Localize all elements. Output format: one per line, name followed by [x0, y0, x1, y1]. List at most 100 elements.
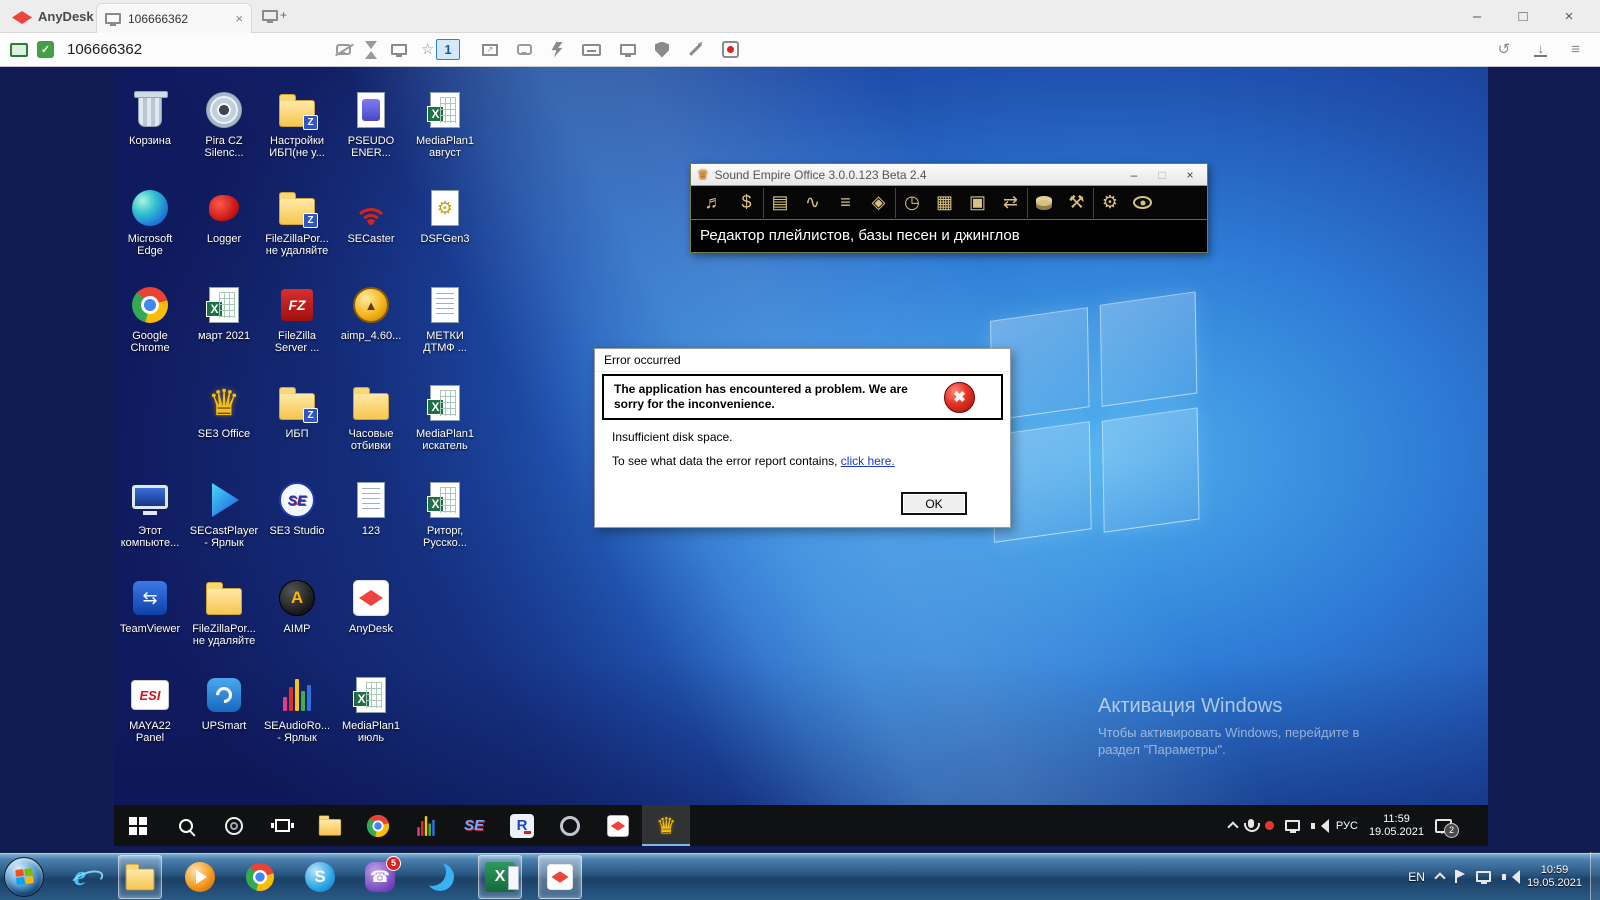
desktop-icon-123[interactable]: 123 — [335, 478, 407, 572]
desktop-icon-etot-kompyuter[interactable]: Этот компьюте... — [114, 478, 186, 572]
language-indicator[interactable]: РУС — [1336, 820, 1358, 832]
remote-taskbar-anydesk[interactable] — [594, 805, 642, 846]
tab-close-icon[interactable]: × — [235, 11, 243, 26]
host-taskbar-skype[interactable]: S — [298, 855, 342, 899]
recording-indicator-icon[interactable] — [1265, 821, 1274, 830]
desktop-icon-microsoft-edge[interactable]: Microsoft Edge — [114, 186, 186, 280]
database-icon[interactable] — [1027, 188, 1060, 218]
desktop-icon-google-chrome[interactable]: Google Chrome — [114, 283, 186, 377]
desktop-icon-upsmart[interactable]: UPSmart — [188, 673, 260, 767]
ok-button[interactable]: OK — [901, 492, 967, 515]
desktop-icon-chasovye-otbivki[interactable]: Часовые отбивки — [335, 381, 407, 475]
desktop-icon-mediaplan1-iyul[interactable]: XMediaPlan1 июль — [335, 673, 407, 767]
settings-gear-icon[interactable]: ⚙ — [1093, 188, 1126, 218]
record-session-icon[interactable] — [722, 41, 739, 58]
volume-icon[interactable] — [1502, 870, 1516, 883]
session-tab[interactable]: 106666362 × — [96, 3, 252, 33]
desktop-icon-anydesk-shortcut[interactable]: AnyDesk — [335, 576, 407, 670]
remote-taskbar-file-explorer[interactable] — [306, 805, 354, 846]
remote-taskbar-r-app[interactable]: R — [498, 805, 546, 846]
desktop-icon-logger[interactable]: Logger — [188, 186, 260, 280]
window-minimize-button[interactable]: – — [1454, 0, 1500, 33]
error-dialog-title[interactable]: Error occurred — [595, 349, 1010, 372]
desktop-icon-aimp[interactable]: AAIMP — [261, 576, 333, 670]
desktop-icon-secaster[interactable]: SECaster — [335, 186, 407, 280]
microphone-icon[interactable] — [1248, 819, 1254, 828]
monitor-1-badge[interactable]: 1 — [436, 39, 460, 60]
desktop-icon-metki-dtmf[interactable]: МЕТКИ ДТМФ ... — [409, 283, 481, 377]
connection-ok-icon[interactable]: ✓ — [37, 41, 54, 58]
desktop-icon-filezillapor-2[interactable]: FileZillaPor... не удаляйте — [188, 576, 260, 670]
desktop-icon-ritorg-russko[interactable]: XРиторг, Русско... — [409, 478, 481, 572]
language-indicator[interactable]: EN — [1408, 870, 1425, 884]
desktop-icon-secastplayer-yarlyk[interactable]: SECastPlayer - Ярлык — [188, 478, 260, 572]
desktop-icon-seaudioro-yarlyk[interactable]: SEAudioRo... - Ярлык — [261, 673, 333, 767]
desktop-icon-teamviewer[interactable]: ⇆TeamViewer — [114, 576, 186, 670]
host-taskbar-file-explorer[interactable] — [118, 855, 162, 899]
display-tray-icon[interactable] — [1285, 820, 1300, 831]
sound-empire-titlebar[interactable]: ♛ Sound Empire Office 3.0.0.123 Beta 2.4… — [691, 164, 1207, 186]
chat-icon[interactable] — [517, 44, 532, 55]
whiteboard-pen-icon[interactable] — [689, 43, 702, 56]
permissions-shield-icon[interactable] — [655, 42, 669, 58]
host-taskbar-internet-explorer[interactable]: e — [58, 855, 102, 899]
hourglass-icon[interactable] — [365, 41, 377, 59]
volume-icon[interactable] — [1311, 819, 1325, 832]
tray-expand-icon[interactable] — [1227, 821, 1238, 832]
chat-disabled-icon[interactable] — [336, 44, 351, 55]
cards-icon[interactable]: ▣ — [961, 188, 994, 218]
remote-taskbar-ring-app[interactable] — [546, 805, 594, 846]
desktop-icon-pira-cz-silence[interactable]: Pira CZ Silenc... — [188, 88, 260, 182]
remote-taskbar-search-button[interactable] — [162, 805, 210, 846]
display-settings-icon[interactable] — [620, 44, 636, 55]
waveform-icon[interactable]: ∿ — [796, 188, 829, 218]
tools-icon[interactable]: ⚒ — [1060, 188, 1093, 218]
grid-icon[interactable]: ▦ — [928, 188, 961, 218]
window-maximize-button[interactable]: □ — [1500, 0, 1546, 33]
host-taskbar-anydesk[interactable] — [538, 855, 582, 899]
window-close-button[interactable]: × — [1546, 0, 1592, 33]
transfer-icon[interactable]: ⇄ — [994, 188, 1027, 218]
desktop-icon-filezilla-server[interactable]: FZFileZilla Server ... — [261, 283, 333, 377]
keyboard-icon[interactable] — [582, 44, 601, 56]
host-taskbar-media-player[interactable] — [178, 855, 222, 899]
new-session-button[interactable]: + — [262, 8, 287, 22]
session-monitor-icon[interactable] — [10, 43, 28, 57]
host-taskbar-excel[interactable]: X — [478, 855, 522, 899]
desktop-icon-filezillapor-ne-udalyayte[interactable]: ZFileZillaPor... не удаляйте — [261, 186, 333, 280]
actions-icon[interactable] — [551, 42, 563, 58]
document-icon[interactable]: ▤ — [763, 188, 796, 218]
remote-taskbar-task-view-button[interactable] — [258, 805, 306, 846]
clock[interactable]: 11:59 19.05.2021 — [1369, 813, 1424, 839]
desktop-icon-dsfgen3[interactable]: ⚙DSFGen3 — [409, 186, 481, 280]
minimize-button[interactable]: – — [1123, 168, 1145, 182]
show-desktop-button[interactable] — [1590, 852, 1600, 900]
desktop-icon-mediaplan1-iskatel[interactable]: XMediaPlan1 искатель — [409, 381, 481, 475]
remote-taskbar-se-app[interactable]: SE — [450, 805, 498, 846]
click-here-link[interactable]: click here. — [841, 454, 895, 468]
favorite-star-icon[interactable]: ☆ — [421, 42, 434, 57]
desktop-icon-nastroyki-ibp[interactable]: ZНастройки ИБП(не у... — [261, 88, 333, 182]
desktop-icon-mediaplan1-avgust[interactable]: XMediaPlan1 август — [409, 88, 481, 182]
desktop-icon-aimp-4-60[interactable]: ▲aimp_4.60... — [335, 283, 407, 377]
billing-icon[interactable]: $ — [730, 188, 763, 218]
scheduler-clock-icon[interactable]: ◷ — [895, 188, 928, 218]
eye-icon[interactable] — [1126, 188, 1159, 218]
tray-expand-icon[interactable] — [1434, 872, 1445, 883]
host-taskbar-swoosh-app[interactable] — [418, 855, 462, 899]
desktop-icon-mart-2021[interactable]: Xмарт 2021 — [188, 283, 260, 377]
marker-icon[interactable]: ◈ — [862, 188, 895, 218]
action-center-icon[interactable]: 2 — [1435, 819, 1452, 833]
maximize-button[interactable]: □ — [1151, 168, 1173, 182]
monitor-icon[interactable] — [391, 44, 407, 55]
music-note-icon[interactable]: ♬ — [697, 188, 730, 218]
host-taskbar-chrome[interactable] — [238, 855, 282, 899]
history-icon[interactable]: ↺ — [1498, 42, 1511, 57]
desktop-icon-se3-office[interactable]: ♛SE3 Office — [188, 381, 260, 475]
remote-taskbar-audio-router[interactable] — [402, 805, 450, 846]
desktop-icon-recycle-bin[interactable]: Корзина — [114, 88, 186, 182]
fullscreen-icon[interactable]: ↗ — [482, 44, 498, 56]
start-button[interactable] — [4, 857, 44, 897]
host-taskbar-viber[interactable]: ☎5 — [358, 855, 402, 899]
menu-icon[interactable]: ≡ — [1571, 42, 1580, 57]
